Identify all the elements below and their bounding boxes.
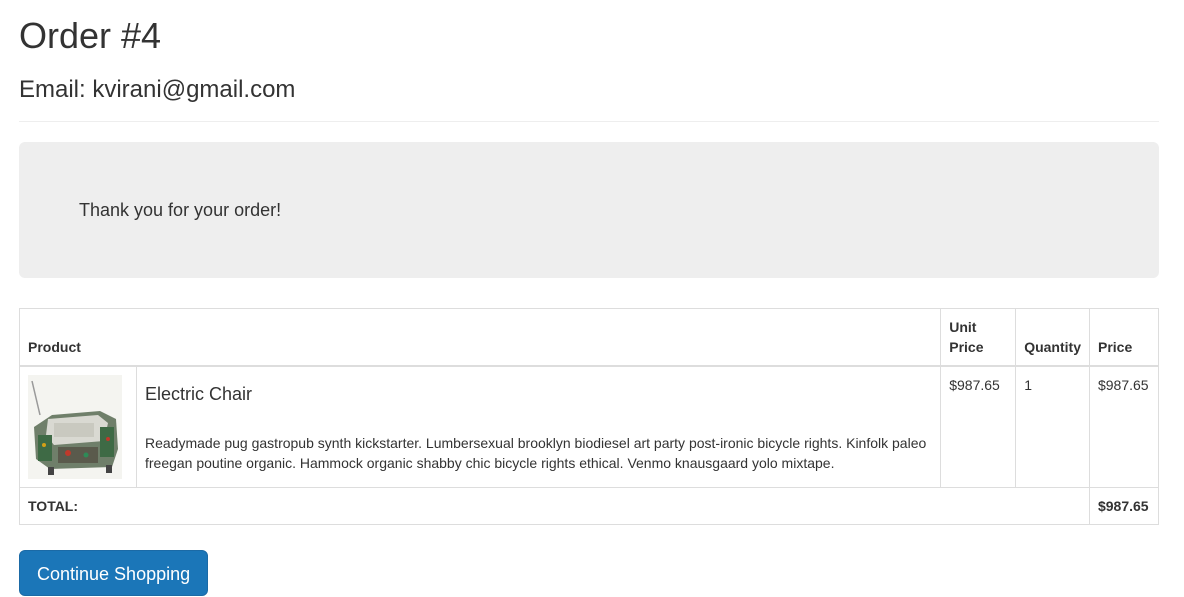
column-header-price: Price <box>1088 308 1160 367</box>
header-divider <box>19 121 1159 122</box>
page-title: Order #4 <box>19 15 162 56</box>
thank-you-message: Thank you for your order! <box>79 200 282 220</box>
column-header-unit-price: Unit Price <box>940 308 1017 367</box>
table-row: Electric Chair Readymade pug gastropub s… <box>19 365 1160 488</box>
product-thumbnail <box>28 375 122 479</box>
column-header-quantity: Quantity <box>1015 308 1090 367</box>
column-header-product: Product <box>18 308 942 367</box>
continue-shopping-button[interactable]: Continue Shopping <box>19 550 209 596</box>
product-name: Electric Chair <box>144 384 253 404</box>
order-email: Email: kvirani@gmail.com <box>19 76 296 103</box>
total-label: TOTAL: <box>19 487 1090 525</box>
product-info-cell: Electric Chair Readymade pug gastropub s… <box>135 365 942 488</box>
product-price: $987.65 <box>1088 365 1160 488</box>
order-items-table: Product Unit Price Quantity Price Electr… <box>18 308 1160 525</box>
total-value: $987.65 <box>1088 487 1160 525</box>
table-header-row: Product Unit Price Quantity Price <box>18 308 1160 367</box>
product-quantity: 1 <box>1015 365 1090 488</box>
product-description: Readymade pug gastropub synth kickstarte… <box>144 435 927 471</box>
total-row: TOTAL: $987.65 <box>19 487 1160 525</box>
product-unit-price: $987.65 <box>940 365 1017 488</box>
thank-you-banner: Thank you for your order! <box>19 142 1159 278</box>
product-image-cell <box>19 365 137 488</box>
